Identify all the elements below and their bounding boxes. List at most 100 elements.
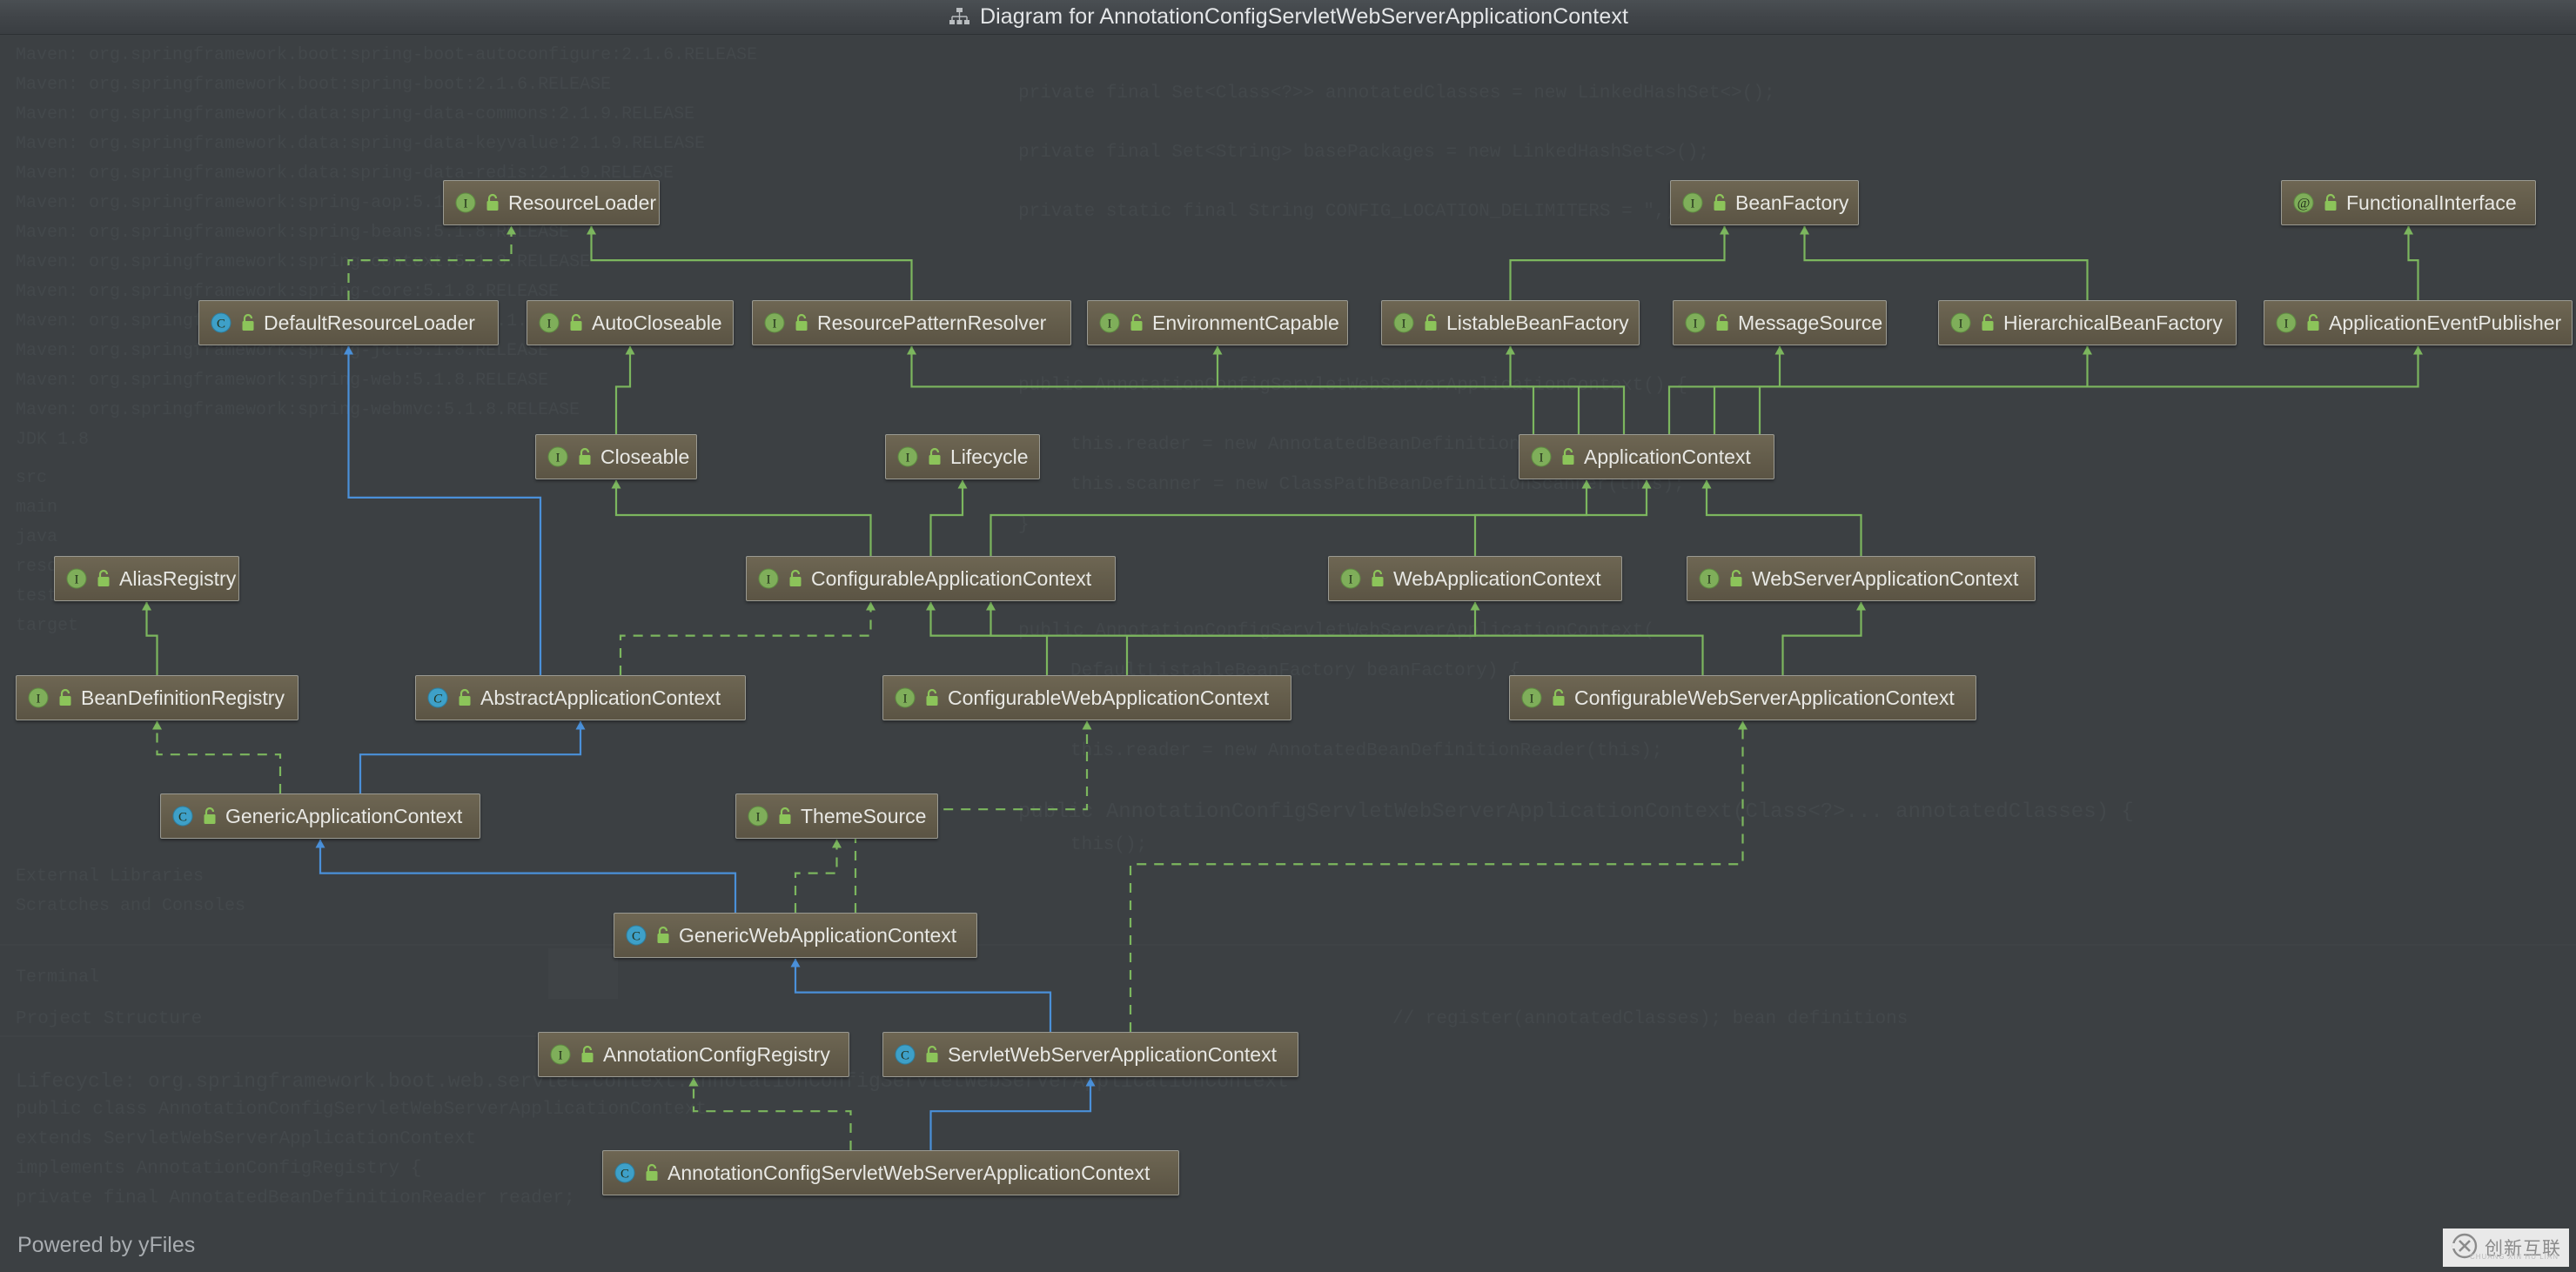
svg-text:I: I <box>903 693 908 706</box>
class-node-ThemeSource[interactable]: I ThemeSource <box>735 793 938 839</box>
class-node-label: ConfigurableWebServerApplicationContext <box>1574 686 1955 709</box>
edge-GenericWebApplicationContext-to-GenericApplicationContext <box>315 839 737 913</box>
class-node-FunctionalInterface[interactable]: @ FunctionalInterface <box>2281 180 2536 225</box>
edge-ServletWebServerApplicationContext-to-GenericWebApplicationContext <box>790 958 1052 1032</box>
class-node-label: AnnotationConfigRegistry <box>603 1042 830 1066</box>
class-node-ConfigurableApplicationContext[interactable]: I ConfigurableApplicationContext <box>746 556 1116 601</box>
class-node-Closeable[interactable]: I Closeable <box>535 434 697 479</box>
class-node-AnnotationConfigServletWebServerApplicationContext[interactable]: C AnnotationConfigServletWebServerApplica… <box>602 1150 1179 1195</box>
interface-icon: I <box>896 445 919 468</box>
class-node-HierarchicalBeanFactory[interactable]: I HierarchicalBeanFactory <box>1938 300 2237 345</box>
svg-text:I: I <box>1694 318 1698 331</box>
abstract-class-icon: C <box>426 686 449 709</box>
interface-icon: I <box>1530 445 1553 468</box>
interface-icon: I <box>65 567 88 590</box>
class-node-AnnotationConfigRegistry[interactable]: I AnnotationConfigRegistry <box>538 1032 849 1077</box>
class-node-WebServerApplicationContext[interactable]: I WebServerApplicationContext <box>1687 556 2036 601</box>
diagram-window: Maven: org.springframework.boot:spring-b… <box>0 0 2576 1272</box>
public-lock-icon <box>788 569 803 588</box>
svg-text:I: I <box>1402 318 1406 331</box>
powered-by-label: Powered by yFiles <box>17 1233 196 1257</box>
class-node-BeanFactory[interactable]: I BeanFactory <box>1670 180 1859 225</box>
class-node-EnvironmentCapable[interactable]: I EnvironmentCapable <box>1087 300 1348 345</box>
svg-text:I: I <box>556 452 560 465</box>
edge-ConfigurableWebApplicationContext-to-ConfigurableApplicationContext <box>926 601 1049 675</box>
interface-icon: I <box>2275 311 2298 334</box>
class-node-ListableBeanFactory[interactable]: I ListableBeanFactory <box>1381 300 1640 345</box>
class-node-label: GenericApplicationContext <box>225 804 463 827</box>
class-node-label: MessageSource <box>1738 311 1883 334</box>
edge-Closeable-to-AutoCloseable <box>614 345 635 434</box>
interface-icon: I <box>1520 686 1543 709</box>
public-lock-icon <box>2305 313 2321 332</box>
public-lock-icon <box>924 688 940 707</box>
public-lock-icon <box>202 807 218 826</box>
edge-HierarchicalBeanFactory-to-BeanFactory <box>1800 225 2089 300</box>
class-node-BeanDefinitionRegistry[interactable]: I BeanDefinitionRegistry <box>16 675 299 720</box>
class-node-label: EnvironmentCapable <box>1152 311 1339 334</box>
public-lock-icon <box>96 569 111 588</box>
public-lock-icon <box>485 193 500 212</box>
edge-AnnotationConfigServletWebServerApplicationContext-to-ServletWebServerApplicationContext <box>929 1077 1096 1150</box>
class-node-ServletWebServerApplicationContext[interactable]: C ServletWebServerApplicationContext <box>882 1032 1298 1077</box>
class-icon: C <box>894 1043 916 1066</box>
window-title: Diagram for AnnotationConfigServletWebSe… <box>979 4 1629 29</box>
interface-icon: I <box>547 445 569 468</box>
interface-icon: I <box>27 686 50 709</box>
annotation-icon: @ <box>2292 191 2315 214</box>
class-node-WebApplicationContext[interactable]: I WebApplicationContext <box>1328 556 1622 601</box>
public-lock-icon <box>1560 447 1576 466</box>
class-node-ApplicationContext[interactable]: I ApplicationContext <box>1519 434 1774 479</box>
class-node-label: ListableBeanFactory <box>1446 311 1629 334</box>
public-lock-icon <box>644 1163 660 1182</box>
diagram-canvas[interactable]: I ResourceLoader I BeanFactory @ FunctionalIn… <box>0 35 2576 1272</box>
public-lock-icon <box>777 807 793 826</box>
class-node-ResourceLoader[interactable]: I ResourceLoader <box>443 180 660 225</box>
interface-icon: I <box>1681 191 1704 214</box>
class-icon: C <box>210 311 232 334</box>
class-node-label: GenericWebApplicationContext <box>679 923 957 947</box>
svg-text:I: I <box>1540 452 1544 465</box>
edge-WebServerApplicationContext-to-ApplicationContext <box>1701 479 1862 556</box>
class-node-label: Closeable <box>600 445 690 468</box>
edge-layer <box>142 225 2423 1150</box>
class-node-GenericWebApplicationContext[interactable]: C GenericWebApplicationContext <box>614 913 977 958</box>
class-node-ApplicationEventPublisher[interactable]: I ApplicationEventPublisher <box>2264 300 2573 345</box>
class-node-ConfigurableWebApplicationContext[interactable]: I ConfigurableWebApplicationContext <box>882 675 1291 720</box>
window-titlebar: Diagram for AnnotationConfigServletWebSe… <box>0 0 2576 35</box>
class-node-ConfigurableWebServerApplicationContext[interactable]: I ConfigurableWebServerApplicationContext <box>1509 675 1976 720</box>
class-node-label: WebApplicationContext <box>1393 566 1601 590</box>
edge-ApplicationEventPublisher-to-FunctionalInterface <box>2404 225 2419 300</box>
svg-text:I: I <box>1959 318 1963 331</box>
class-node-AliasRegistry[interactable]: I AliasRegistry <box>54 556 239 601</box>
svg-text:C: C <box>621 1168 629 1182</box>
public-lock-icon <box>924 1045 940 1064</box>
edge-AbstractApplicationContext-to-DefaultResourceLoader <box>344 345 542 675</box>
class-node-DefaultResourceLoader[interactable]: C DefaultResourceLoader <box>198 300 499 345</box>
svg-text:C: C <box>632 930 641 944</box>
class-node-label: ResourcePatternResolver <box>817 311 1047 334</box>
public-lock-icon <box>1551 688 1566 707</box>
class-node-AbstractApplicationContext[interactable]: C AbstractApplicationContext <box>415 675 746 720</box>
class-node-GenericApplicationContext[interactable]: C GenericApplicationContext <box>160 793 480 839</box>
class-node-label: ApplicationEventPublisher <box>2329 311 2562 334</box>
class-node-ResourcePatternResolver[interactable]: I ResourcePatternResolver <box>752 300 1071 345</box>
public-lock-icon <box>1129 313 1144 332</box>
class-node-Lifecycle[interactable]: I Lifecycle <box>885 434 1040 479</box>
interface-icon: I <box>549 1043 572 1066</box>
edge-DefaultResourceLoader-to-ResourceLoader <box>347 225 516 300</box>
public-lock-icon <box>577 447 593 466</box>
svg-text:I: I <box>1349 573 1353 587</box>
edge-AbstractApplicationContext-to-ConfigurableApplicationContext <box>619 601 875 675</box>
class-node-MessageSource[interactable]: I MessageSource <box>1673 300 1887 345</box>
class-node-AutoCloseable[interactable]: I AutoCloseable <box>527 300 734 345</box>
interface-icon: I <box>1392 311 1415 334</box>
public-lock-icon <box>1712 193 1727 212</box>
svg-text:I: I <box>1108 318 1112 331</box>
edge-ApplicationContext-to-EnvironmentCapable <box>1212 345 1580 434</box>
class-icon: C <box>625 924 647 947</box>
svg-text:I: I <box>464 197 468 211</box>
svg-text:I: I <box>559 1049 563 1063</box>
public-lock-icon <box>568 313 584 332</box>
svg-text:C: C <box>433 693 443 706</box>
